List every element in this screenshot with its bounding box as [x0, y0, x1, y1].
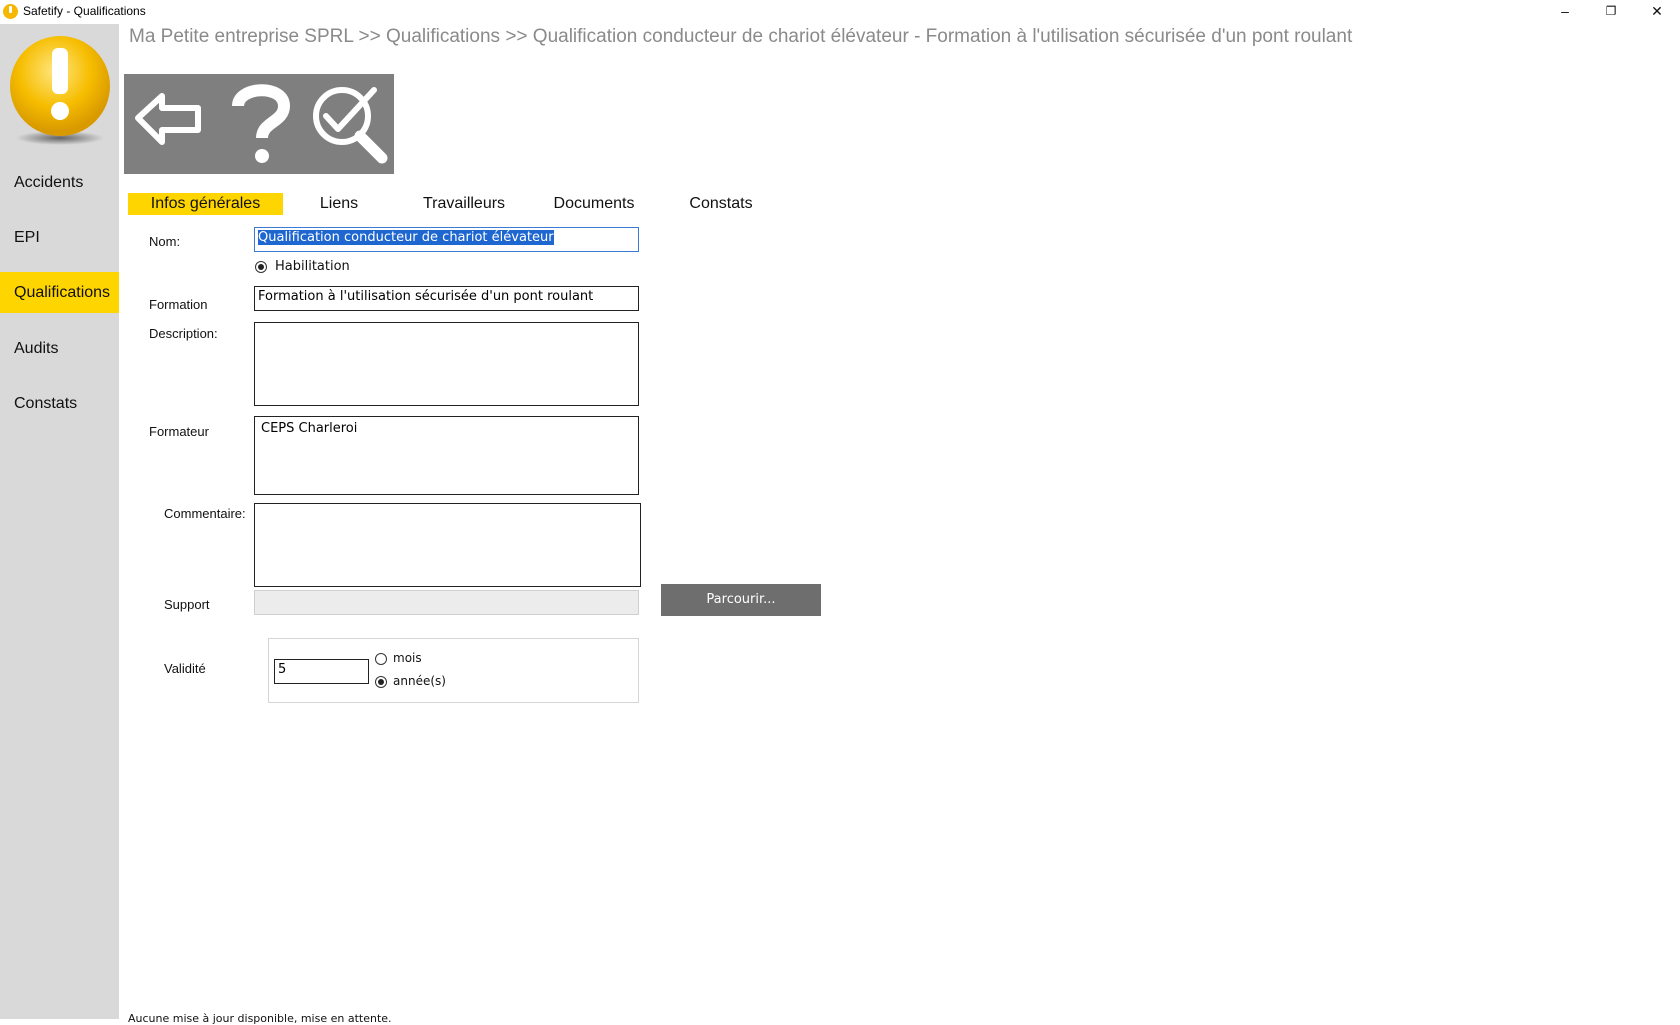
unit-radio-annees[interactable] [375, 676, 387, 688]
unit-label-annees: année(s) [393, 674, 446, 688]
habilitation-radio[interactable] [255, 261, 267, 273]
formation-field[interactable]: Formation à l'utilisation sécurisée d'un… [254, 286, 639, 311]
formation-label: Formation [149, 297, 208, 312]
formateur-label: Formateur [149, 424, 209, 439]
close-button[interactable]: ✕ [1634, 0, 1680, 24]
unit-label-mois: mois [393, 651, 422, 665]
formateur-field[interactable]: CEPS Charleroi [254, 416, 639, 495]
browse-button[interactable]: Parcourir... [661, 584, 821, 616]
tab-constats[interactable]: Constats [676, 193, 766, 215]
sidebar: Accidents EPI Qualifications Audits Cons… [0, 24, 119, 1019]
breadcrumb: Ma Petite entreprise SPRL >> Qualificati… [129, 26, 1353, 47]
tab-travailleurs[interactable]: Travailleurs [410, 193, 518, 215]
window-title: Safetify - Qualifications [23, 4, 146, 18]
help-question-icon[interactable] [214, 74, 304, 174]
back-arrow-icon[interactable] [124, 74, 214, 174]
tab-liens[interactable]: Liens [304, 193, 374, 215]
validite-label: Validité [164, 661, 206, 676]
toolbar [124, 74, 394, 174]
sidebar-item-epi[interactable]: EPI [0, 217, 119, 258]
restore-button[interactable]: ❐ [1588, 0, 1634, 24]
nom-label: Nom: [149, 234, 181, 249]
tab-infos-generales[interactable]: Infos générales [128, 193, 283, 215]
sidebar-item-accidents[interactable]: Accidents [0, 162, 119, 203]
search-check-icon[interactable] [304, 74, 394, 174]
validite-input[interactable]: 5 [274, 659, 369, 684]
support-label: Support [164, 597, 210, 612]
sidebar-item-qualifications[interactable]: Qualifications [0, 272, 119, 313]
habilitation-label: Habilitation [275, 259, 350, 274]
warning-logo-icon [10, 36, 110, 145]
sidebar-item-audits[interactable]: Audits [0, 328, 119, 369]
minimize-button[interactable]: – [1542, 0, 1588, 24]
commentaire-label: Commentaire: [164, 506, 246, 521]
unit-radio-mois[interactable] [375, 653, 387, 665]
title-bar: Safetify - Qualifications – ❐ ✕ [0, 0, 1680, 24]
description-field[interactable] [254, 322, 639, 406]
support-field [254, 590, 639, 615]
tab-documents[interactable]: Documents [544, 193, 644, 215]
nom-field[interactable]: Qualification conducteur de chariot élév… [254, 227, 639, 252]
nom-value: Qualification conducteur de chariot élév… [258, 230, 554, 245]
sidebar-item-constats[interactable]: Constats [0, 383, 119, 424]
description-label: Description: [149, 326, 218, 341]
app-logo-icon [3, 4, 18, 19]
commentaire-field[interactable] [254, 503, 641, 587]
